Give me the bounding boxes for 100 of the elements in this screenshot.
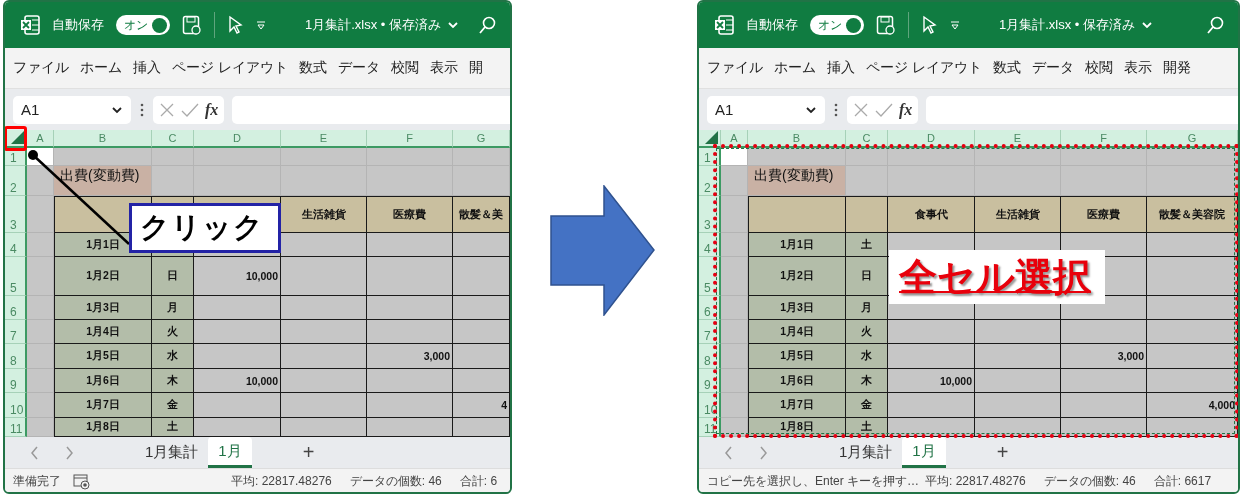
menu-tab[interactable]: 挿入 bbox=[133, 59, 161, 77]
menu-tab[interactable]: ホーム bbox=[774, 59, 816, 77]
table-cell: 3,000 bbox=[1061, 344, 1147, 369]
table-cell: 木 bbox=[846, 369, 888, 393]
row-header[interactable]: 9 bbox=[699, 369, 721, 393]
formula-input[interactable] bbox=[232, 95, 510, 124]
column-header[interactable]: C bbox=[846, 130, 888, 148]
save-icon[interactable] bbox=[182, 15, 202, 35]
add-sheet-button[interactable]: + bbox=[990, 440, 1015, 465]
sheet-tab[interactable]: 1月 bbox=[208, 437, 252, 468]
file-title[interactable]: 1月集計.xlsx • 保存済み bbox=[305, 16, 441, 34]
table-cell: 土 bbox=[152, 418, 194, 437]
autosave-toggle[interactable]: オン bbox=[810, 15, 864, 35]
column-header[interactable]: C bbox=[152, 130, 194, 148]
table-cell: 金 bbox=[846, 393, 888, 418]
row-header[interactable]: 7 bbox=[5, 320, 27, 344]
menu-tab[interactable]: 表示 bbox=[1123, 59, 1152, 77]
kebab-icon[interactable] bbox=[139, 101, 145, 118]
row-header[interactable]: 6 bbox=[5, 296, 27, 320]
row-header[interactable]: 4 bbox=[699, 233, 721, 257]
table-cell: 1月3日 bbox=[54, 296, 152, 320]
menu-tab[interactable]: 挿入 bbox=[827, 59, 855, 77]
select-all-icon[interactable] bbox=[11, 131, 24, 144]
status-message: コピー先を選択し、Enter キーを押す… bbox=[707, 472, 919, 490]
sheet-tab[interactable]: 1月集計 bbox=[829, 437, 903, 468]
row-header[interactable]: 2 bbox=[5, 166, 27, 196]
add-sheet-button[interactable]: + bbox=[296, 440, 321, 465]
menu-tab[interactable]: データ bbox=[1031, 59, 1074, 77]
column-header[interactable]: G bbox=[453, 130, 510, 148]
cursor-icon[interactable] bbox=[921, 15, 937, 35]
row-header[interactable]: 1 bbox=[699, 148, 721, 166]
column-header[interactable]: F bbox=[1061, 130, 1147, 148]
row-header[interactable]: 11 bbox=[699, 418, 721, 437]
sheet-tab[interactable]: 1月 bbox=[902, 437, 946, 468]
column-header[interactable]: D bbox=[194, 130, 281, 148]
table-cell: 10,000 bbox=[194, 257, 281, 296]
table-cell: 1月5日 bbox=[54, 344, 152, 369]
kebab-icon[interactable] bbox=[833, 101, 839, 118]
sheet-tab[interactable]: 1月集計 bbox=[135, 437, 209, 468]
row-header[interactable]: 5 bbox=[5, 257, 27, 296]
formula-input[interactable] bbox=[926, 95, 1238, 124]
macro-record-icon[interactable] bbox=[73, 472, 90, 490]
row-header[interactable]: 7 bbox=[699, 320, 721, 344]
menu-tab[interactable]: ページ レイアウト bbox=[866, 59, 982, 77]
row-header[interactable]: 3 bbox=[699, 196, 721, 233]
sheet-title-cell: 出費(変動費) bbox=[54, 166, 152, 196]
caret-icon[interactable] bbox=[255, 19, 267, 31]
column-header[interactable]: F bbox=[367, 130, 453, 148]
callout-box: クリック bbox=[129, 203, 281, 253]
select-all-icon[interactable] bbox=[705, 131, 718, 144]
save-icon[interactable] bbox=[876, 15, 896, 35]
caret-icon[interactable] bbox=[949, 19, 961, 31]
row-header[interactable]: 5 bbox=[699, 257, 721, 296]
menu-tab[interactable]: 校閲 bbox=[1084, 59, 1113, 77]
menu-tab[interactable]: ホーム bbox=[80, 59, 122, 77]
row-header[interactable]: 6 bbox=[699, 296, 721, 320]
menu-tab[interactable]: 校閲 bbox=[390, 59, 419, 77]
row-header[interactable]: 4 bbox=[5, 233, 27, 257]
chevron-down-icon[interactable] bbox=[805, 104, 817, 115]
column-header[interactable]: A bbox=[721, 130, 748, 148]
table-cell: 水 bbox=[846, 344, 888, 369]
menu-tab[interactable]: 数式 bbox=[992, 59, 1021, 77]
column-header[interactable]: E bbox=[281, 130, 367, 148]
table-cell: 木 bbox=[152, 369, 194, 393]
chevron-down-icon[interactable] bbox=[111, 104, 123, 115]
column-header[interactable]: B bbox=[748, 130, 846, 148]
menu-tab[interactable]: ファイル bbox=[13, 59, 69, 77]
menu-tab[interactable]: 開 bbox=[468, 59, 483, 77]
name-box[interactable]: A1 bbox=[13, 95, 131, 124]
file-title[interactable]: 1月集計.xlsx • 保存済み bbox=[999, 16, 1135, 34]
row-header[interactable]: 2 bbox=[699, 166, 721, 196]
table-cell: 10,000 bbox=[888, 369, 975, 393]
menu-tab[interactable]: 開発 bbox=[1162, 59, 1191, 77]
row-header[interactable]: 9 bbox=[5, 369, 27, 393]
menu-tab[interactable]: データ bbox=[337, 59, 380, 77]
row-header[interactable]: 10 bbox=[5, 393, 27, 418]
row-header[interactable]: 3 bbox=[5, 196, 27, 233]
row-header[interactable]: 8 bbox=[5, 344, 27, 369]
table-cell: 10,000 bbox=[194, 369, 281, 393]
search-icon[interactable] bbox=[478, 16, 496, 34]
menu-tab[interactable]: ページ レイアウト bbox=[172, 59, 288, 77]
table-cell: 土 bbox=[846, 418, 888, 437]
insert-function-button[interactable]: fx bbox=[205, 100, 219, 119]
check-icon[interactable] bbox=[875, 101, 893, 118]
menu-tab[interactable]: 表示 bbox=[429, 59, 458, 77]
cursor-icon[interactable] bbox=[227, 15, 243, 35]
column-header[interactable]: G bbox=[1147, 130, 1238, 148]
search-icon[interactable] bbox=[1206, 16, 1224, 34]
column-header[interactable]: D bbox=[888, 130, 975, 148]
menu-tab[interactable]: ファイル bbox=[707, 59, 763, 77]
row-header[interactable]: 11 bbox=[5, 418, 27, 437]
insert-function-button[interactable]: fx bbox=[899, 100, 913, 119]
column-header[interactable]: B bbox=[54, 130, 152, 148]
name-box[interactable]: A1 bbox=[707, 95, 825, 124]
check-icon[interactable] bbox=[181, 101, 199, 118]
menu-tab[interactable]: 数式 bbox=[298, 59, 327, 77]
autosave-toggle[interactable]: オン bbox=[116, 15, 170, 35]
column-header[interactable]: A bbox=[27, 130, 54, 148]
column-header[interactable]: E bbox=[975, 130, 1061, 148]
row-header[interactable]: 8 bbox=[699, 344, 721, 369]
